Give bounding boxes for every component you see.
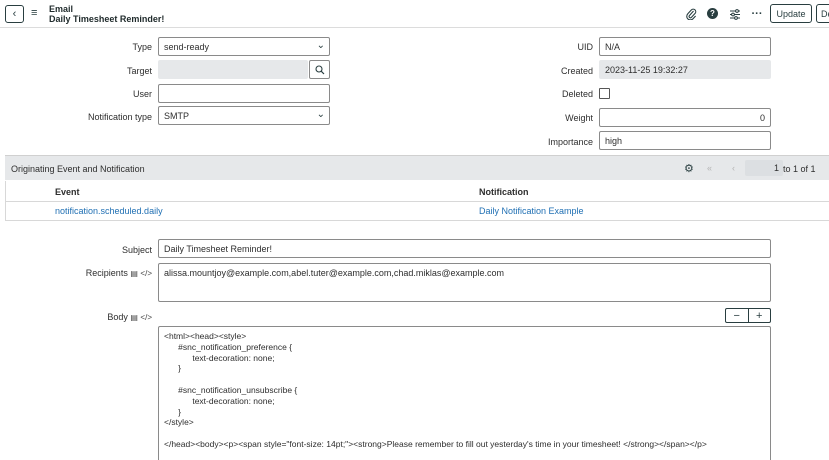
notification-type-label: Notification type (87, 112, 152, 122)
help-icon[interactable]: ? (707, 8, 718, 19)
first-page-icon[interactable]: « (707, 163, 712, 173)
target-field (158, 60, 308, 79)
type-label: Type (132, 42, 152, 52)
table-cell-notification-link[interactable]: Daily Notification Example (479, 206, 584, 216)
body-line (164, 374, 765, 385)
user-field[interactable] (158, 84, 330, 103)
body-line: text-decoration: none; (164, 352, 275, 363)
body-line: } (164, 363, 182, 374)
target-label: Target (126, 66, 152, 76)
recipients-field[interactable]: alissa.mountjoy@example.com,abel.tuter@e… (158, 263, 771, 302)
body-line: #snc_notification_unsubscribe { (164, 384, 298, 395)
related-list-table: Event Notification notification.schedule… (5, 181, 829, 221)
body-line: </style> (164, 417, 194, 428)
field-icon[interactable]: ▤ (130, 313, 138, 322)
weight-field[interactable]: 0 (599, 108, 771, 127)
record-title: Daily Timesheet Reminder! (49, 14, 165, 24)
body-line (164, 428, 765, 439)
recipients-label-group: Recipients ▤ </> (40, 268, 152, 278)
notification-type-value: SMTP (164, 110, 190, 121)
created-field: 2023-11-25 19:32:27 (599, 60, 771, 79)
table-divider (6, 201, 829, 202)
body-size-controls: − + (725, 308, 771, 323)
back-button[interactable]: ‹ (5, 5, 24, 23)
delete-button[interactable]: De (816, 4, 829, 23)
column-header-event[interactable]: Event (55, 187, 80, 197)
record-type-label: Email (49, 4, 74, 14)
body-label: Body (107, 312, 128, 322)
form-header: ‹ ≡ Email Daily Timesheet Reminder! ? ··… (0, 0, 829, 28)
related-list-title: Originating Event and Notification (11, 164, 145, 174)
created-label: Created (560, 66, 593, 76)
minus-icon[interactable]: − (726, 309, 749, 322)
subject-label: Subject (121, 245, 152, 255)
search-icon (314, 64, 324, 74)
page-range-text: to 1 of 1 (783, 164, 816, 174)
chevron-down-icon: ⌄ (316, 40, 325, 51)
recipients-label: Recipients (85, 268, 128, 278)
deleted-label: Deleted (561, 89, 593, 99)
body-line: } (164, 406, 182, 417)
body-line: text-decoration: none; (164, 395, 275, 406)
user-label: User (132, 89, 152, 99)
type-select[interactable]: send-ready ⌄ (158, 37, 330, 56)
type-value: send-ready (164, 41, 210, 52)
body-line: #snc_notification_preference { (164, 341, 293, 352)
more-options-icon[interactable]: ··· (750, 7, 764, 21)
notification-type-select[interactable]: SMTP ⌄ (158, 106, 330, 125)
body-textarea[interactable]: <html><head><style> #snc_notification_pr… (158, 326, 771, 460)
column-header-notification[interactable]: Notification (479, 187, 529, 197)
uid-field[interactable]: N/A (599, 37, 771, 56)
uid-label: UID (577, 42, 594, 52)
chevron-down-icon: ⌄ (316, 109, 325, 120)
importance-label: Importance (547, 137, 593, 147)
code-icon[interactable]: </> (140, 313, 152, 322)
target-lookup-button[interactable] (309, 60, 330, 79)
context-menu-icon[interactable]: ≡ (31, 7, 41, 19)
page-number-input[interactable]: 1 (745, 160, 783, 176)
deleted-checkbox[interactable] (599, 88, 610, 99)
body-line: </head><body><p><span style="font-size: … (164, 438, 707, 449)
related-list-header: Originating Event and Notification ⚙ « ‹… (5, 155, 829, 180)
gear-icon[interactable]: ⚙ (684, 162, 694, 175)
body-label-group: Body ▤ </> (40, 312, 152, 322)
weight-label: Weight (565, 113, 593, 123)
previous-page-icon[interactable]: ‹ (732, 163, 735, 173)
plus-icon[interactable]: + (749, 309, 771, 322)
settings-sliders-icon[interactable] (728, 7, 742, 21)
chevron-left-icon: ‹ (12, 8, 17, 20)
field-icon[interactable]: ▤ (130, 269, 138, 278)
table-cell-event-link[interactable]: notification.scheduled.daily (55, 206, 163, 216)
body-line: <html><head><style> (164, 331, 247, 341)
code-icon[interactable]: </> (140, 269, 152, 278)
importance-field[interactable]: high (599, 131, 771, 150)
subject-field[interactable]: Daily Timesheet Reminder! (158, 239, 771, 258)
update-button[interactable]: Update (770, 4, 812, 23)
attachment-icon[interactable] (684, 7, 698, 21)
